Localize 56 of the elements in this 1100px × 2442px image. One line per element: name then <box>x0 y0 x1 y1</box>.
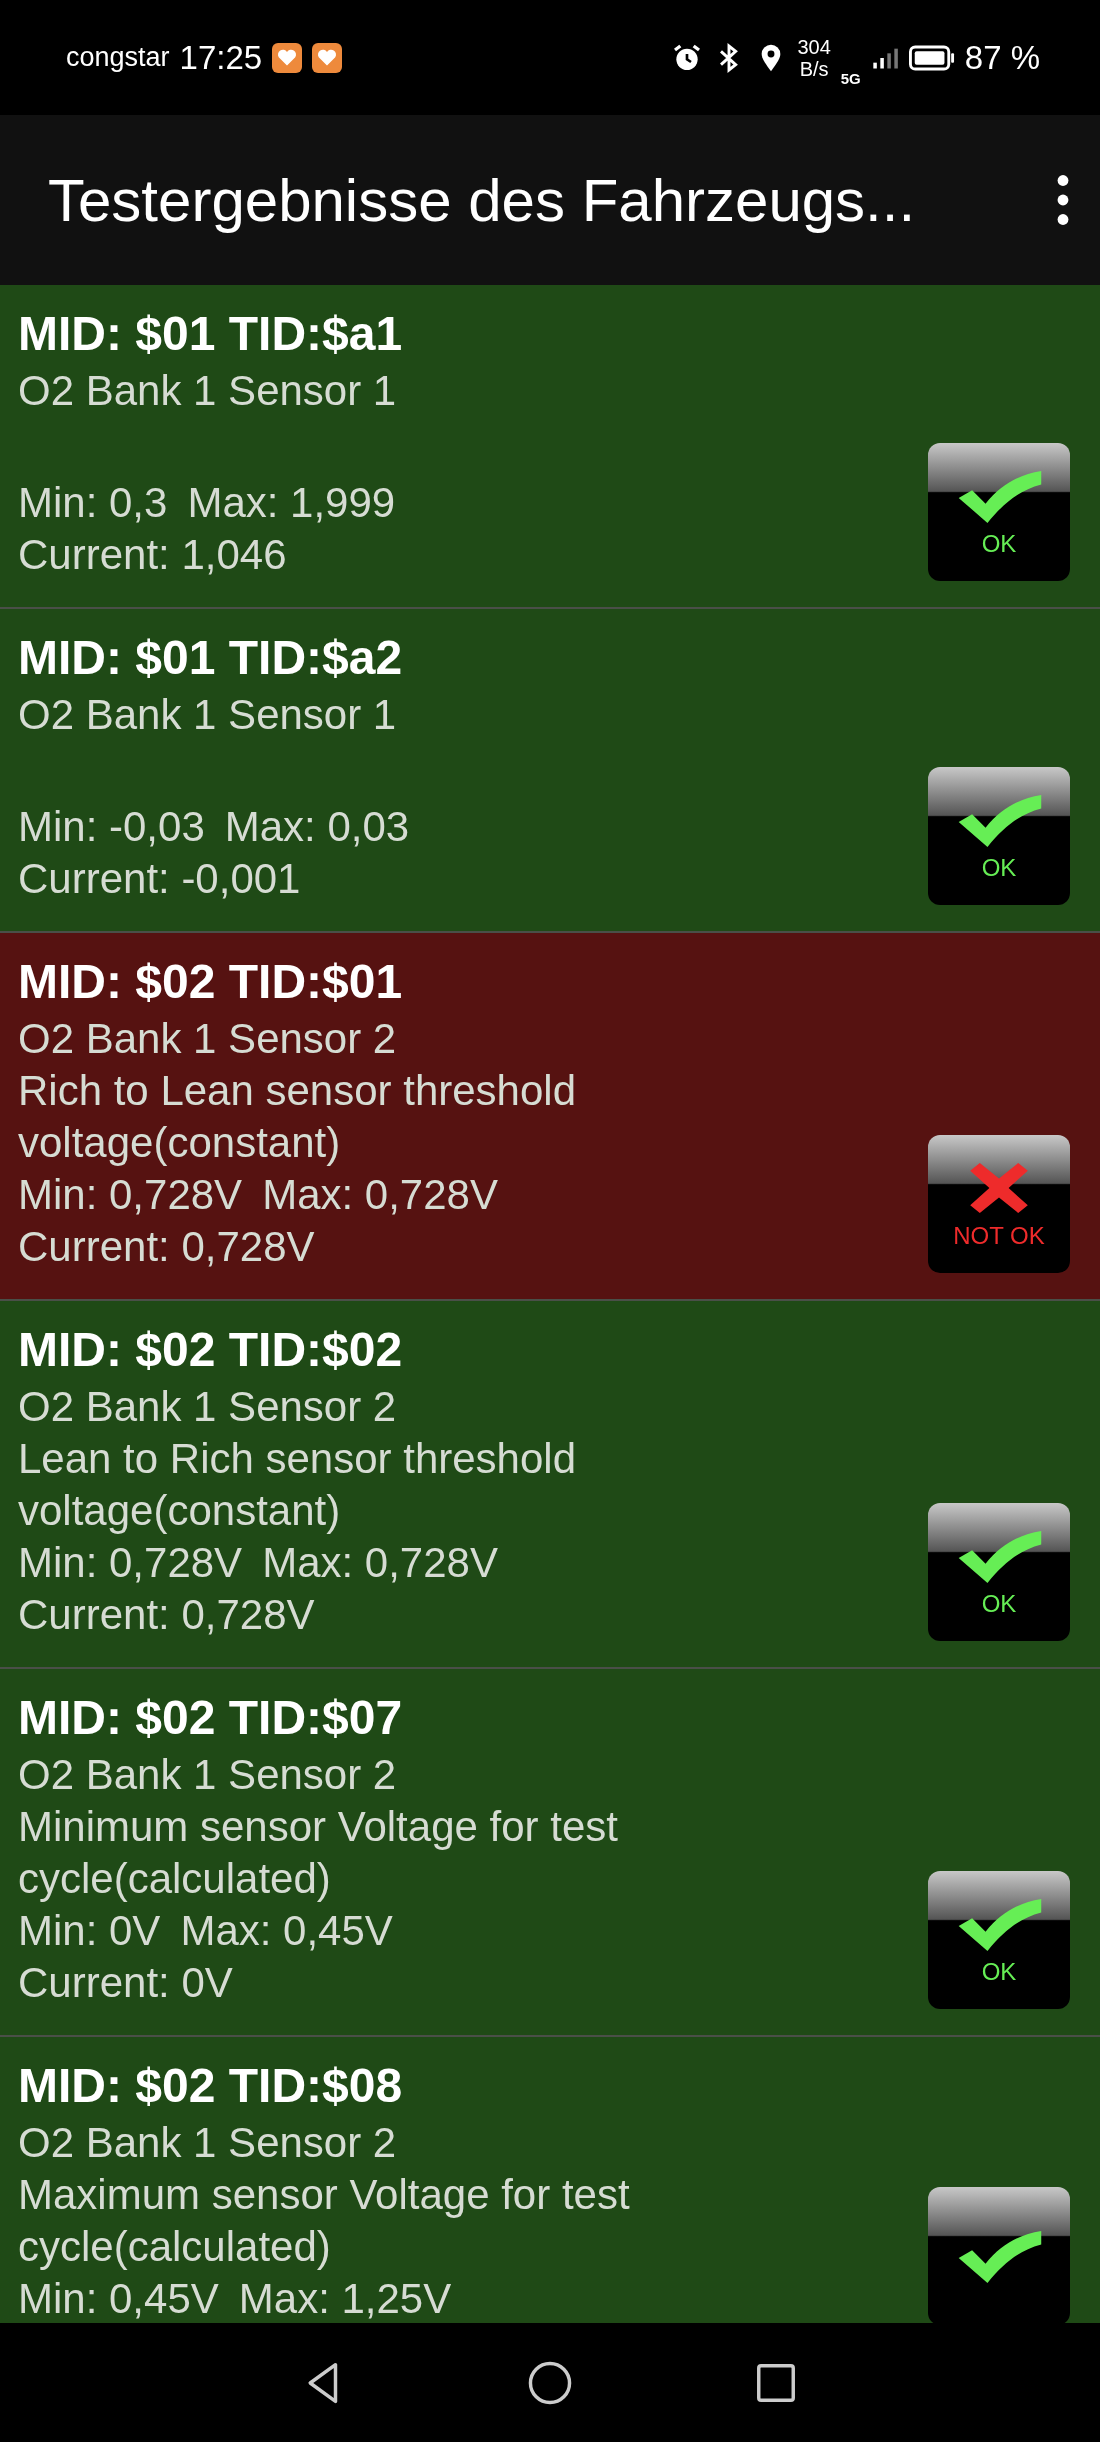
max-value: Max: 1,25V <box>238 2274 452 2323</box>
min-value: Min: 0,3 <box>18 478 168 528</box>
test-id: MID: $01 TID:$a2 <box>18 630 404 686</box>
min-value: Min: 0V <box>18 1906 161 1956</box>
sensor-name: O2 Bank 1 Sensor 2 <box>18 1014 398 1064</box>
sensor-name: O2 Bank 1 Sensor 1 <box>18 690 398 740</box>
status-label: OK <box>981 1591 1017 1617</box>
menu-icon[interactable] <box>1056 174 1070 226</box>
test-result-row[interactable]: MID: $02 TID:$02 O2 Bank 1 Sensor 2 Lean to Rich sensor threshold voltage(constant) Min: 0,728V Max: 0,728V Current: 0,728V OK <box>0 1301 1100 1669</box>
max-value: Max: 1,999 <box>187 478 396 528</box>
current-value: Current: 0,728V <box>18 1222 316 1272</box>
min-value: Min: 0,728V <box>18 1538 243 1588</box>
clock-time: 17:25 <box>179 38 263 77</box>
max-value: Max: 0,03 <box>224 802 410 852</box>
battery-icon <box>908 44 955 71</box>
max-value: Max: 0,45V <box>180 1906 393 1956</box>
test-description: Rich to Lean sensor threshold voltage(constant) <box>18 1066 577 1168</box>
min-value: Min: 0,728V <box>18 1170 243 1220</box>
home-icon[interactable] <box>527 2359 573 2406</box>
status-label: OK <box>981 1959 1017 1985</box>
screen-title: Testergebnisse des Fahrzeugs... <box>48 165 916 235</box>
test-result-row[interactable]: MID: $02 TID:$01 O2 Bank 1 Sensor 2 Rich to Lean sensor threshold voltage(constant) Min: 0,728V Max: 0,728V Current: 0,728V NOT OK <box>0 933 1100 1301</box>
current-value: Current: -0,001 <box>18 854 302 904</box>
test-result-row[interactable]: MID: $01 TID:$a2 O2 Bank 1 Sensor 1 Min: -0,03 Max: 0,03 Current: -0,001 OK <box>0 609 1100 933</box>
current-value: Current: 1,046 <box>18 530 288 580</box>
battery-percent: 87 % <box>964 38 1040 77</box>
network-speed-unit: B/s <box>799 57 829 80</box>
heart-app-icon <box>272 42 303 73</box>
sensor-name: O2 Bank 1 Sensor 2 <box>18 2118 398 2168</box>
test-description: Lean to Rich sensor threshold voltage(constant) <box>18 1434 577 1536</box>
test-id: MID: $02 TID:$02 <box>18 1322 404 1378</box>
sensor-name: O2 Bank 1 Sensor 1 <box>18 366 398 416</box>
min-value: Min: -0,03 <box>18 802 205 852</box>
test-description: Minimum sensor Voltage for test cycle(calculated) <box>18 1802 619 1904</box>
test-id: MID: $02 TID:$07 <box>18 1690 404 1746</box>
max-value: Max: 0,728V <box>262 1170 498 1220</box>
status-label: OK <box>981 531 1017 557</box>
max-value: Max: 0,728V <box>262 1538 498 1588</box>
status-label: NOT OK <box>953 1223 1045 1249</box>
network-type: 5G <box>840 70 861 87</box>
network-speed-value: 304 <box>797 35 831 58</box>
test-result-row[interactable]: MID: $02 TID:$08 O2 Bank 1 Sensor 2 Maximum sensor Voltage for test cycle(calculated) Min: 0,45V Max: 1,25V <box>0 2037 1100 2323</box>
test-id: MID: $02 TID:$01 <box>18 954 404 1010</box>
sensor-name: O2 Bank 1 Sensor 2 <box>18 1750 398 1800</box>
test-id: MID: $01 TID:$a1 <box>18 306 403 362</box>
carrier-name: congstar <box>66 42 170 73</box>
heart-app-icon <box>312 42 343 73</box>
test-description: Maximum sensor Voltage for test cycle(calculated) <box>18 2170 631 2272</box>
test-result-row[interactable]: MID: $02 TID:$07 O2 Bank 1 Sensor 2 Minimum sensor Voltage for test cycle(calculated) Min: 0V Max: 0,45V Current: 0V OK <box>0 1669 1100 2037</box>
current-value: Current: 0V <box>18 1958 234 2008</box>
test-result-row[interactable]: MID: $01 TID:$a1 O2 Bank 1 Sensor 1 Min: 0,3 Max: 1,999 Current: 1,046 OK <box>0 285 1100 609</box>
status-label: OK <box>981 855 1017 881</box>
current-value: Current: 0,728V <box>18 1590 316 1640</box>
sensor-name: O2 Bank 1 Sensor 2 <box>18 1382 398 1432</box>
test-id: MID: $02 TID:$08 <box>18 2058 404 2114</box>
min-value: Min: 0,45V <box>18 2274 219 2323</box>
